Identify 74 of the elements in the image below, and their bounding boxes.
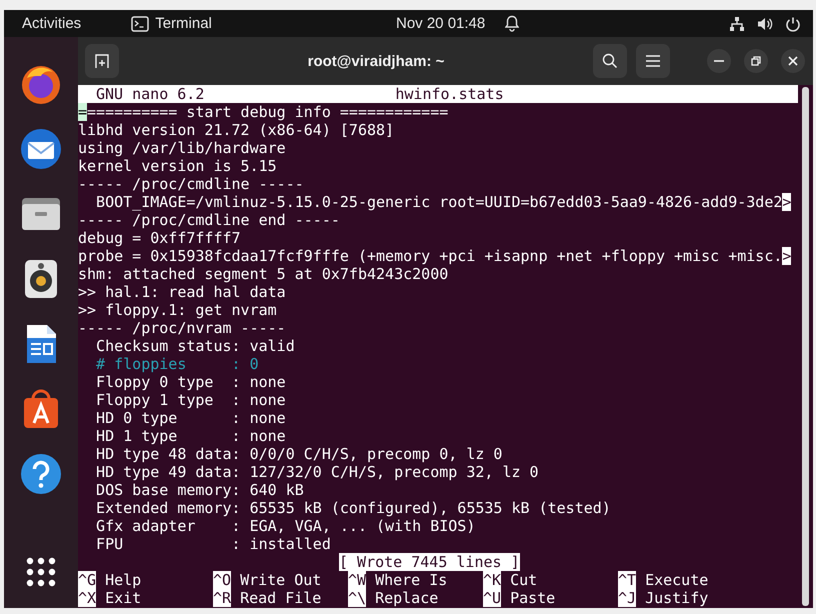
clock[interactable]: Nov 20 01:48 xyxy=(396,15,486,32)
terminal-line: >> floppy.1: get nvram xyxy=(78,301,277,319)
menu-button[interactable] xyxy=(636,44,670,78)
shortcut-key: ^K xyxy=(483,571,502,589)
overflow-marker: > xyxy=(782,247,792,265)
shortcut-key: ^T xyxy=(618,571,636,589)
maximize-button[interactable] xyxy=(744,49,768,73)
shortcut-label: Write Out xyxy=(240,571,322,589)
terminal-line: FPU : installed xyxy=(95,535,331,553)
shortcut-key: ^O xyxy=(213,571,232,589)
scrollbar[interactable] xyxy=(802,87,809,606)
terminal-line: HD 0 type : none xyxy=(95,409,286,427)
terminal-line: HD type 49 data: 127/32/0 C/H/S, precomp 32, lz 0 xyxy=(95,463,539,481)
shortcut-label: Paste xyxy=(510,589,556,607)
shortcut-label: Justify xyxy=(645,589,708,607)
volume-icon[interactable] xyxy=(757,16,773,32)
power-icon[interactable] xyxy=(785,16,801,32)
shortcut-key: ^G xyxy=(78,571,96,589)
shortcut-label: Where Is xyxy=(375,571,448,589)
help-icon[interactable] xyxy=(19,452,63,496)
app-menu-label[interactable]: Terminal xyxy=(155,15,212,32)
terminal-line: # floppies : 0 xyxy=(95,355,259,373)
restore-icon xyxy=(751,56,761,66)
terminal-line: HD type 48 data: 0/0/0 C/H/S, precomp 0, lz 0 xyxy=(95,445,502,463)
terminal-line: Checksum status: valid xyxy=(95,337,295,355)
terminal-line: Floppy 0 type : none xyxy=(95,373,286,391)
shortcut-key: ^R xyxy=(213,589,232,607)
terminal-line: using /var/lib/hardware xyxy=(78,139,286,157)
network-icon[interactable] xyxy=(729,16,745,32)
activities-button[interactable]: Activities xyxy=(4,15,100,32)
terminal-line: HD 1 type : none xyxy=(95,427,286,445)
shortcut-label: Help xyxy=(105,571,142,589)
close-icon xyxy=(788,56,798,66)
terminal-line: ----- /proc/cmdline ----- xyxy=(78,175,304,193)
shortcut-label: Exit xyxy=(105,589,142,607)
terminal-icon xyxy=(131,16,150,32)
terminal-line: DOS base memory: 640 kB xyxy=(95,481,304,499)
overflow-marker: > xyxy=(782,193,792,211)
terminal-line: shm: attached segment 5 at 0x7fb4243c2000 xyxy=(78,265,448,283)
app-grid-icon[interactable] xyxy=(25,556,57,588)
terminal-line: ----- /proc/nvram ----- xyxy=(78,319,286,337)
shortcut-label: Read File xyxy=(240,589,322,607)
terminal-line: BOOT_IMAGE=/vmlinuz-5.15.0-25-generic root=UUID=b67edd03-5aa9-4826-add9-3de2 xyxy=(95,193,782,211)
shortcut-label: Replace xyxy=(375,589,438,607)
search-button[interactable] xyxy=(593,44,627,78)
terminal-line: libhd version 21.72 (x86-64) [7688] xyxy=(78,121,394,139)
terminal-line: ----- /proc/cmdline end ----- xyxy=(78,211,340,229)
shortcut-key: ^U xyxy=(483,589,502,607)
new-tab-icon xyxy=(94,53,110,69)
shortcut-label: Execute xyxy=(645,571,708,589)
terminal-line: probe = 0x15938fcdaa17fcf9fffe (+memory +pci +isapnp +net +floppy +misc +misc. xyxy=(78,247,782,265)
terminal-line: >> hal.1: read hal data xyxy=(78,283,286,301)
terminal-line: Extended memory: 65535 kB (configured), 65535 kB (tested) xyxy=(95,499,611,517)
new-tab-button[interactable] xyxy=(85,44,119,78)
status-message: [ Wrote 7445 lines ] xyxy=(339,553,520,571)
terminal-line: kernel version is 5.15 xyxy=(78,157,277,175)
terminal-line: Gfx adapter : EGA, VGA, ... (with BIOS) xyxy=(95,517,476,535)
window-title: root@viraidjham: ~ xyxy=(306,52,446,70)
search-icon xyxy=(602,53,618,69)
shortcut-key: ^J xyxy=(618,589,636,607)
minimize-icon xyxy=(714,60,724,62)
terminal-line: debug = 0xff7ffff7 xyxy=(78,229,241,247)
bell-icon xyxy=(505,15,520,32)
shortcut-label: Cut xyxy=(510,571,538,589)
menu-icon xyxy=(646,55,660,67)
close-button[interactable] xyxy=(781,49,805,73)
mail-icon[interactable] xyxy=(19,127,63,171)
shortcut-key: ^X xyxy=(78,589,96,607)
shortcut-key: ^W xyxy=(348,571,366,589)
nano-version: GNU nano 6.2 xyxy=(96,85,204,103)
terminal-line: Floppy 1 type : none xyxy=(95,391,286,409)
shortcut-key: ^\ xyxy=(348,589,366,607)
file-name: hwinfo.stats xyxy=(395,85,504,103)
minimize-button[interactable] xyxy=(707,49,731,73)
